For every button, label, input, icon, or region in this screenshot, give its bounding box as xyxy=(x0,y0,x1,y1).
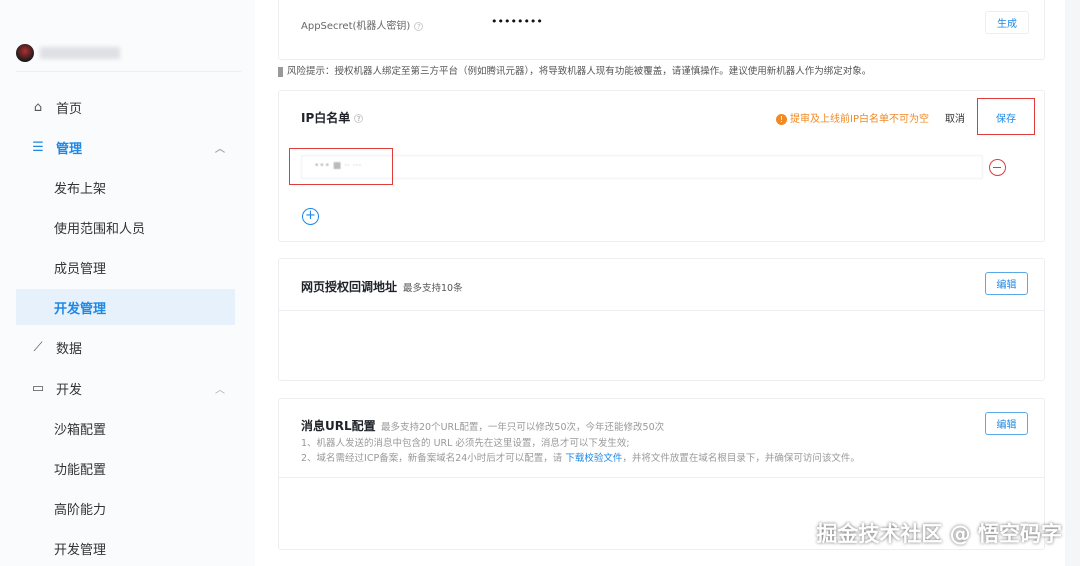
sidebar: ⌂ 首页 ☰ 管理 ︿ 发布上架 使用范围和人员 成员管理 开发管理 ⟋ 数据 ▭ 开发 ︿… xyxy=(0,0,255,566)
divider xyxy=(279,310,1044,311)
sidebar-item-sandbox[interactable]: 沙箱配置 xyxy=(16,410,235,446)
cancel-button[interactable]: 取消 xyxy=(945,110,965,125)
sidebar-item-features[interactable]: 功能配置 xyxy=(16,450,235,486)
home-icon: ⌂ xyxy=(33,99,43,115)
watermark: 掘金技术社区 @ 悟空码字 xyxy=(816,522,1062,546)
chart-icon: ⟋ xyxy=(33,339,43,355)
hint-bar xyxy=(278,66,283,77)
line2-post: ，并将文件放置在域名根目录下，并确保可访问该文件。 xyxy=(622,453,860,464)
web-title: 网页授权回调地址 xyxy=(301,280,398,294)
help-icon[interactable]: ? xyxy=(354,114,364,123)
help-icon[interactable]: ? xyxy=(414,21,424,31)
risk-hint: 风险提示：授权机器人绑定至第三方平台（例如腾讯元器），将导致机器人现有功能被覆盖… xyxy=(278,63,871,77)
chevron-up-icon[interactable]: ︿ xyxy=(215,140,225,155)
edit-web-button[interactable]: 编辑 xyxy=(985,272,1028,295)
sidebar-item-data[interactable]: ⟋ 数据 xyxy=(16,329,235,365)
ip-title-text: IP白名单 xyxy=(301,111,351,125)
web-sub: 最多支持10条 xyxy=(403,283,463,294)
secret-label: AppSecret(机器人密钥)? xyxy=(301,17,424,32)
download-verify-file-link[interactable]: 下载校验文件 xyxy=(565,453,622,464)
sidebar-item-home[interactable]: ⌂ 首页 xyxy=(16,89,235,125)
nav-label: 使用范围和人员 xyxy=(54,221,146,237)
line2-pre: 2、域名需经过ICP备案，新备案域名24小时后才可以配置，请 xyxy=(301,453,566,464)
chevron-up-icon[interactable]: ︿ xyxy=(215,381,225,396)
nav-label: 高阶能力 xyxy=(54,502,107,518)
nav-label: 成员管理 xyxy=(54,261,107,277)
web-callback-card: 网页授权回调地址 最多支持10条 编辑 xyxy=(278,258,1045,381)
edit-msg-button[interactable]: 编辑 xyxy=(985,412,1028,435)
ip-title: IP白名单? xyxy=(301,109,364,126)
msg-title: 消息URL配置 xyxy=(301,419,376,433)
ip-whitelist-card: IP白名单? ! 提审及上线前IP白名单不可为空 取消 保存 ••• ■ ·· ·… xyxy=(278,90,1045,242)
msg-line1: 1、机器人发送的消息中包含的 URL 必须先在这里设置，消息才可以下发生效; xyxy=(301,438,630,449)
add-ip-icon[interactable]: + xyxy=(302,208,319,225)
msg-sub: 最多支持20个URL配置，一年只可以修改50次，今年还能修改50次 xyxy=(381,422,665,433)
list-icon: ☰ xyxy=(32,139,44,155)
sidebar-item-dev-manage[interactable]: 开发管理 xyxy=(16,289,235,325)
ip-warning: ! 提审及上线前IP白名单不可为空 xyxy=(776,110,929,125)
remove-ip-icon[interactable] xyxy=(989,159,1006,176)
warning-text: 提审及上线前IP白名单不可为空 xyxy=(790,114,929,125)
sidebar-item-dev-manage-2[interactable]: 开发管理 xyxy=(16,530,235,566)
nav-label: 沙箱配置 xyxy=(54,422,107,438)
nav-label: 首页 xyxy=(56,101,83,117)
nav-label: 管理 xyxy=(56,141,83,157)
app-name-blurred xyxy=(40,47,120,59)
secret-card: AppSecret(机器人密钥)? •••••••• 生成 xyxy=(278,0,1045,60)
divider xyxy=(16,71,241,72)
ip-input[interactable]: ••• ■ ·· ··· xyxy=(301,155,983,179)
secret-label-text: AppSecret(机器人密钥) xyxy=(301,21,411,32)
risk-text: 风险提示：授权机器人绑定至第三方平台（例如腾讯元器），将导致机器人现有功能被覆盖… xyxy=(287,66,872,77)
nav-label: 开发管理 xyxy=(54,542,107,558)
secret-value: •••••••• xyxy=(491,15,543,28)
sidebar-item-develop[interactable]: ▭ 开发 ︿ xyxy=(16,370,235,406)
sidebar-item-scope[interactable]: 使用范围和人员 xyxy=(16,209,235,245)
sidebar-item-advanced[interactable]: 高阶能力 xyxy=(16,490,235,526)
app-brand xyxy=(16,44,120,62)
nav-label: 功能配置 xyxy=(54,462,107,478)
nav-label: 开发管理 xyxy=(54,301,107,317)
msg-line2: 2、域名需经过ICP备案，新备案域名24小时后才可以配置，请 下载校验文件，并将… xyxy=(301,450,860,464)
highlight-box xyxy=(977,98,1035,135)
nav-label: 数据 xyxy=(56,341,83,357)
sidebar-item-publish[interactable]: 发布上架 xyxy=(16,169,235,205)
nav-label: 开发 xyxy=(56,382,83,398)
sidebar-item-manage[interactable]: ☰ 管理 ︿ xyxy=(16,129,235,165)
highlight-box xyxy=(289,148,393,185)
warning-icon: ! xyxy=(776,114,787,125)
generate-button[interactable]: 生成 xyxy=(985,11,1029,34)
divider xyxy=(279,477,1044,478)
nav-label: 发布上架 xyxy=(54,181,107,197)
sidebar-item-members[interactable]: 成员管理 xyxy=(16,249,235,285)
main-content: AppSecret(机器人密钥)? •••••••• 生成 风险提示：授权机器人… xyxy=(255,0,1065,566)
monitor-icon: ▭ xyxy=(31,380,45,396)
app-logo xyxy=(16,44,34,62)
